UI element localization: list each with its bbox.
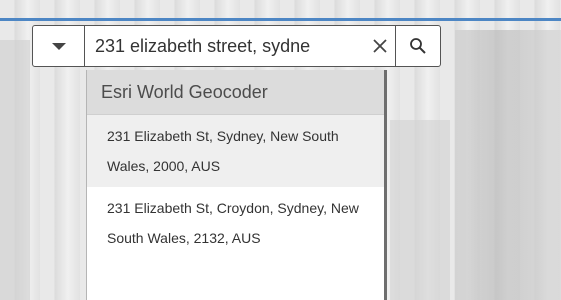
map-terrain xyxy=(390,120,450,300)
map-terrain xyxy=(0,40,30,300)
close-icon xyxy=(373,39,387,53)
map-top-line xyxy=(0,18,561,21)
suggestions-source-header: Esri World Geocoder xyxy=(87,70,384,115)
suggestions-menu: Esri World Geocoder 231 Elizabeth St, Sy… xyxy=(86,70,384,300)
caret-down-icon xyxy=(51,42,66,50)
clear-button[interactable] xyxy=(368,34,392,58)
suggestion-item[interactable]: 231 Elizabeth St, Sydney, New South Wale… xyxy=(87,115,384,187)
search-input-container xyxy=(85,25,395,67)
source-menu-button[interactable] xyxy=(32,25,85,67)
search-icon xyxy=(410,38,426,54)
search-input[interactable] xyxy=(95,35,368,57)
suggestion-item[interactable]: 231 Elizabeth St, Croydon, Sydney, New S… xyxy=(87,187,384,259)
search-widget xyxy=(32,25,441,67)
search-button[interactable] xyxy=(395,25,441,67)
map-terrain xyxy=(455,30,561,300)
